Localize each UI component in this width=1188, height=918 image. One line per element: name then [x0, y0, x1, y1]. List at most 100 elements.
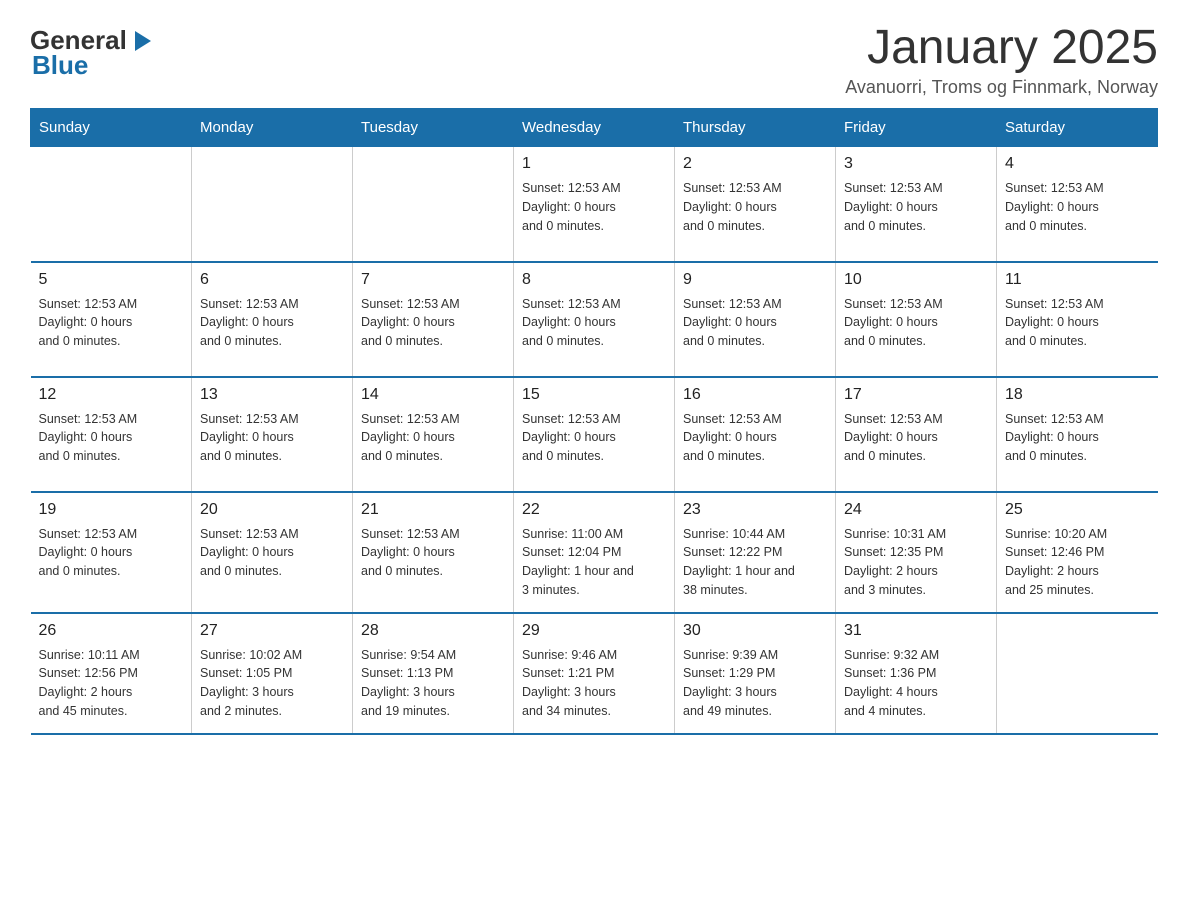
- day-number: 17: [844, 386, 988, 404]
- calendar-cell: 12Sunset: 12:53 AMDaylight: 0 hoursand 0…: [31, 377, 192, 492]
- calendar-week-row: 19 Sunset: 12:53 AMDaylight: 0 hoursand 0…: [31, 492, 1158, 613]
- day-number: 8: [522, 271, 666, 289]
- day-number: 15: [522, 386, 666, 404]
- day-info: Sunset: 12:53 AMDaylight: 0 hoursand 0 m…: [683, 410, 827, 466]
- calendar-cell: 14 Sunset: 12:53 AMDaylight: 0 hoursand 0…: [353, 377, 514, 492]
- calendar-cell: 29 Sunrise: 9:46 AMSunset: 1:21 PMDayligh…: [514, 613, 675, 734]
- calendar-week-row: 1 Sunset: 12:53 AMDaylight: 0 hoursand 0 …: [31, 147, 1158, 262]
- day-info: Sunset: 12:53 AMDaylight: 0 hoursand 0 m…: [1005, 410, 1150, 466]
- calendar-cell: 11 Sunset: 12:53 AMDaylight: 0 hoursand 0…: [997, 262, 1158, 377]
- day-info: Sunrise: 10:02 AMSunset: 1:05 PMDaylight…: [200, 646, 344, 721]
- calendar-cell: 16Sunset: 12:53 AMDaylight: 0 hoursand 0…: [675, 377, 836, 492]
- calendar-cell: 15 Sunset: 12:53 AMDaylight: 0 hoursand 0…: [514, 377, 675, 492]
- weekday-header-sunday: Sunday: [31, 109, 192, 147]
- day-info: Sunrise: 9:39 AMSunset: 1:29 PMDaylight:…: [683, 646, 827, 721]
- calendar-cell: 2 Sunset: 12:53 AMDaylight: 0 hoursand 0 …: [675, 147, 836, 262]
- logo: General Blue: [30, 25, 155, 81]
- calendar-cell: 25 Sunrise: 10:20 AMSunset: 12:46 PMDayli…: [997, 492, 1158, 613]
- calendar-cell: [997, 613, 1158, 734]
- day-number: 11: [1005, 271, 1150, 289]
- day-info: Sunrise: 9:54 AMSunset: 1:13 PMDaylight:…: [361, 646, 505, 721]
- day-number: 22: [522, 501, 666, 519]
- day-info: Sunset: 12:53 AMDaylight: 0 hoursand 0 m…: [1005, 179, 1150, 235]
- day-info: Sunset: 12:53 AMDaylight: 0 hoursand 0 m…: [683, 179, 827, 235]
- day-info: Sunset: 12:53 AMDaylight: 0 hoursand 0 m…: [361, 410, 505, 466]
- weekday-header-saturday: Saturday: [997, 109, 1158, 147]
- day-number: 4: [1005, 155, 1150, 173]
- day-number: 18: [1005, 386, 1150, 404]
- calendar-cell: 6 Sunset: 12:53 AMDaylight: 0 hoursand 0 …: [192, 262, 353, 377]
- day-info: Sunset: 12:53 AMDaylight: 0 hoursand 0 m…: [683, 295, 827, 351]
- calendar-cell: 4 Sunset: 12:53 AMDaylight: 0 hoursand 0 …: [997, 147, 1158, 262]
- month-title: January 2025: [845, 20, 1158, 75]
- calendar-cell: 5Sunset: 12:53 AMDaylight: 0 hoursand 0 …: [31, 262, 192, 377]
- calendar-cell: 7 Sunset: 12:53 AMDaylight: 0 hoursand 0 …: [353, 262, 514, 377]
- day-info: Sunset: 12:53 AMDaylight: 0 hoursand 0 m…: [39, 525, 184, 581]
- day-info: Sunrise: 10:20 AMSunset: 12:46 PMDayligh…: [1005, 525, 1150, 600]
- calendar-header: SundayMondayTuesdayWednesdayThursdayFrid…: [31, 109, 1158, 147]
- day-info: Sunset: 12:53 AMDaylight: 0 hoursand 0 m…: [844, 179, 988, 235]
- day-info: Sunset: 12:53 AMDaylight: 0 hoursand 0 m…: [39, 295, 184, 351]
- day-info: Sunset: 12:53 AMDaylight: 0 hoursand 0 m…: [1005, 295, 1150, 351]
- calendar-cell: 20 Sunset: 12:53 AMDaylight: 0 hoursand 0…: [192, 492, 353, 613]
- day-info: Sunset: 12:53 AMDaylight: 0 hoursand 0 m…: [844, 295, 988, 351]
- title-section: January 2025 Avanuorri, Troms og Finnmar…: [845, 20, 1158, 98]
- day-info: Sunset: 12:53 AMDaylight: 0 hoursand 0 m…: [361, 525, 505, 581]
- calendar-week-row: 5Sunset: 12:53 AMDaylight: 0 hoursand 0 …: [31, 262, 1158, 377]
- weekday-header-wednesday: Wednesday: [514, 109, 675, 147]
- day-number: 29: [522, 622, 666, 640]
- weekday-header-monday: Monday: [192, 109, 353, 147]
- day-number: 25: [1005, 501, 1150, 519]
- page-header: General Blue January 2025 Avanuorri, Tro…: [30, 20, 1158, 98]
- day-info: Sunset: 12:53 AMDaylight: 0 hoursand 0 m…: [522, 410, 666, 466]
- calendar-cell: 22 Sunrise: 11:00 AMSunset: 12:04 PMDayli…: [514, 492, 675, 613]
- day-number: 6: [200, 271, 344, 289]
- day-number: 20: [200, 501, 344, 519]
- day-number: 24: [844, 501, 988, 519]
- day-info: Sunset: 12:53 AMDaylight: 0 hoursand 0 m…: [39, 410, 184, 466]
- day-number: 28: [361, 622, 505, 640]
- day-info: Sunset: 12:53 AMDaylight: 0 hoursand 0 m…: [361, 295, 505, 351]
- calendar-cell: 28 Sunrise: 9:54 AMSunset: 1:13 PMDayligh…: [353, 613, 514, 734]
- calendar-cell: [192, 147, 353, 262]
- weekday-header-row: SundayMondayTuesdayWednesdayThursdayFrid…: [31, 109, 1158, 147]
- day-info: Sunset: 12:53 AMDaylight: 0 hoursand 0 m…: [200, 410, 344, 466]
- calendar-cell: 1Sunset: 12:53 AMDaylight: 0 hoursand 0 …: [514, 147, 675, 262]
- day-info: Sunset: 12:53 AMDaylight: 0 hoursand 0 m…: [200, 525, 344, 581]
- calendar-cell: 3 Sunset: 12:53 AMDaylight: 0 hoursand 0 …: [836, 147, 997, 262]
- calendar-cell: 9 Sunset: 12:53 AMDaylight: 0 hoursand 0 …: [675, 262, 836, 377]
- logo-blue-text: Blue: [32, 50, 88, 81]
- calendar-cell: 18 Sunset: 12:53 AMDaylight: 0 hoursand 0…: [997, 377, 1158, 492]
- day-number: 2: [683, 155, 827, 173]
- calendar-cell: 31Sunrise: 9:32 AMSunset: 1:36 PMDayligh…: [836, 613, 997, 734]
- calendar-cell: 8 Sunset: 12:53 AMDaylight: 0 hoursand 0 …: [514, 262, 675, 377]
- day-info: Sunrise: 9:46 AMSunset: 1:21 PMDaylight:…: [522, 646, 666, 721]
- weekday-header-friday: Friday: [836, 109, 997, 147]
- day-info: Sunrise: 10:44 AMSunset: 12:22 PMDayligh…: [683, 525, 827, 600]
- day-number: 7: [361, 271, 505, 289]
- calendar-table: SundayMondayTuesdayWednesdayThursdayFrid…: [30, 108, 1158, 735]
- day-info: Sunset: 12:53 AMDaylight: 0 hoursand 0 m…: [200, 295, 344, 351]
- calendar-cell: 30Sunrise: 9:39 AMSunset: 1:29 PMDayligh…: [675, 613, 836, 734]
- calendar-cell: 10 Sunset: 12:53 AMDaylight: 0 hoursand 0…: [836, 262, 997, 377]
- day-number: 14: [361, 386, 505, 404]
- day-number: 31: [844, 622, 988, 640]
- day-info: Sunset: 12:53 AMDaylight: 0 hoursand 0 m…: [522, 295, 666, 351]
- day-number: 23: [683, 501, 827, 519]
- calendar-cell: 17Sunset: 12:53 AMDaylight: 0 hoursand 0…: [836, 377, 997, 492]
- day-info: Sunrise: 10:11 AMSunset: 12:56 PMDayligh…: [39, 646, 184, 721]
- day-number: 21: [361, 501, 505, 519]
- calendar-body: 1 Sunset: 12:53 AMDaylight: 0 hoursand 0 …: [31, 147, 1158, 734]
- day-number: 19: [39, 501, 184, 519]
- day-number: 3: [844, 155, 988, 173]
- day-number: 27: [200, 622, 344, 640]
- calendar-week-row: 12Sunset: 12:53 AMDaylight: 0 hoursand 0…: [31, 377, 1158, 492]
- day-number: 9: [683, 271, 827, 289]
- calendar-cell: 24Sunrise: 10:31 AMSunset: 12:35 PMDayli…: [836, 492, 997, 613]
- calendar-cell: 13Sunset: 12:53 AMDaylight: 0 hoursand 0…: [192, 377, 353, 492]
- day-number: 10: [844, 271, 988, 289]
- calendar-cell: 27 Sunrise: 10:02 AMSunset: 1:05 PMDaylig…: [192, 613, 353, 734]
- day-number: 1: [522, 155, 666, 173]
- logo-arrow-icon: [127, 27, 155, 55]
- day-info: Sunrise: 11:00 AMSunset: 12:04 PMDayligh…: [522, 525, 666, 600]
